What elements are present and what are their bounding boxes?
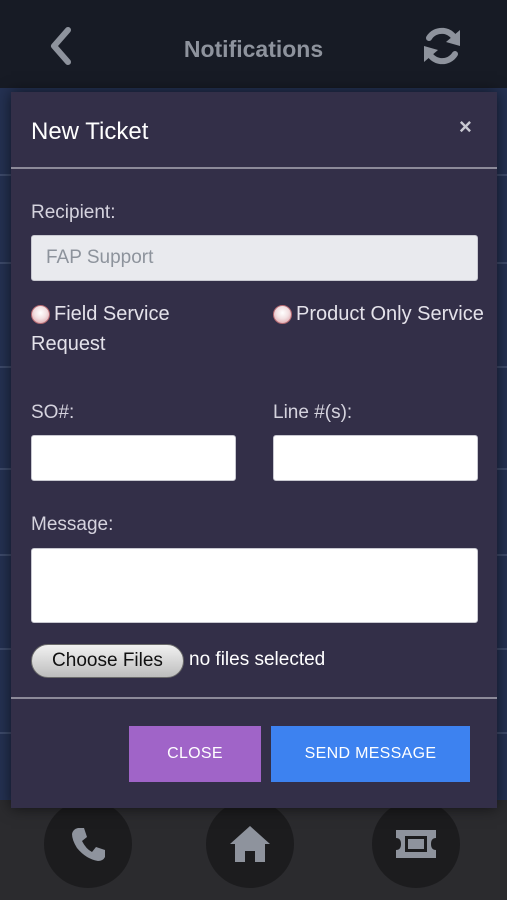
line-input[interactable] — [273, 435, 478, 481]
recipient-field: FAP Support — [31, 235, 478, 281]
home-button[interactable] — [206, 800, 294, 888]
files-status: no files selected — [189, 649, 326, 670]
so-input[interactable] — [31, 435, 236, 481]
product-only-label: Product Only Service — [296, 303, 484, 325]
field-service-label-line1: Field Service — [54, 303, 170, 325]
line-label: Line #(s): — [273, 402, 353, 423]
new-ticket-modal: New Ticket × Recipient: FAP Support Fiel… — [11, 92, 497, 808]
field-service-label-line2: Request — [31, 333, 106, 355]
modal-title: New Ticket — [31, 118, 149, 145]
message-label: Message: — [31, 514, 114, 535]
phone-icon — [72, 828, 105, 861]
top-app-bar: Notifications — [0, 0, 507, 88]
close-button[interactable]: CLOSE — [129, 726, 261, 782]
tickets-button[interactable] — [372, 800, 460, 888]
so-label: SO#: — [31, 402, 75, 423]
footer-divider — [11, 697, 497, 699]
message-textarea[interactable] — [31, 548, 478, 623]
field-service-label: Field Service Request — [31, 299, 231, 359]
header-divider — [11, 167, 497, 169]
send-message-button[interactable]: SEND MESSAGE — [271, 726, 470, 782]
choose-files-button[interactable]: Choose Files — [31, 644, 184, 678]
modal-close-icon[interactable]: × — [459, 116, 472, 138]
refresh-icon — [424, 27, 460, 65]
refresh-button[interactable] — [418, 22, 466, 70]
recipient-label: Recipient: — [31, 202, 116, 223]
bottom-nav — [0, 800, 507, 900]
home-icon — [230, 826, 270, 862]
call-button[interactable] — [44, 800, 132, 888]
ticket-icon — [396, 830, 436, 858]
product-only-radio[interactable] — [273, 305, 292, 324]
